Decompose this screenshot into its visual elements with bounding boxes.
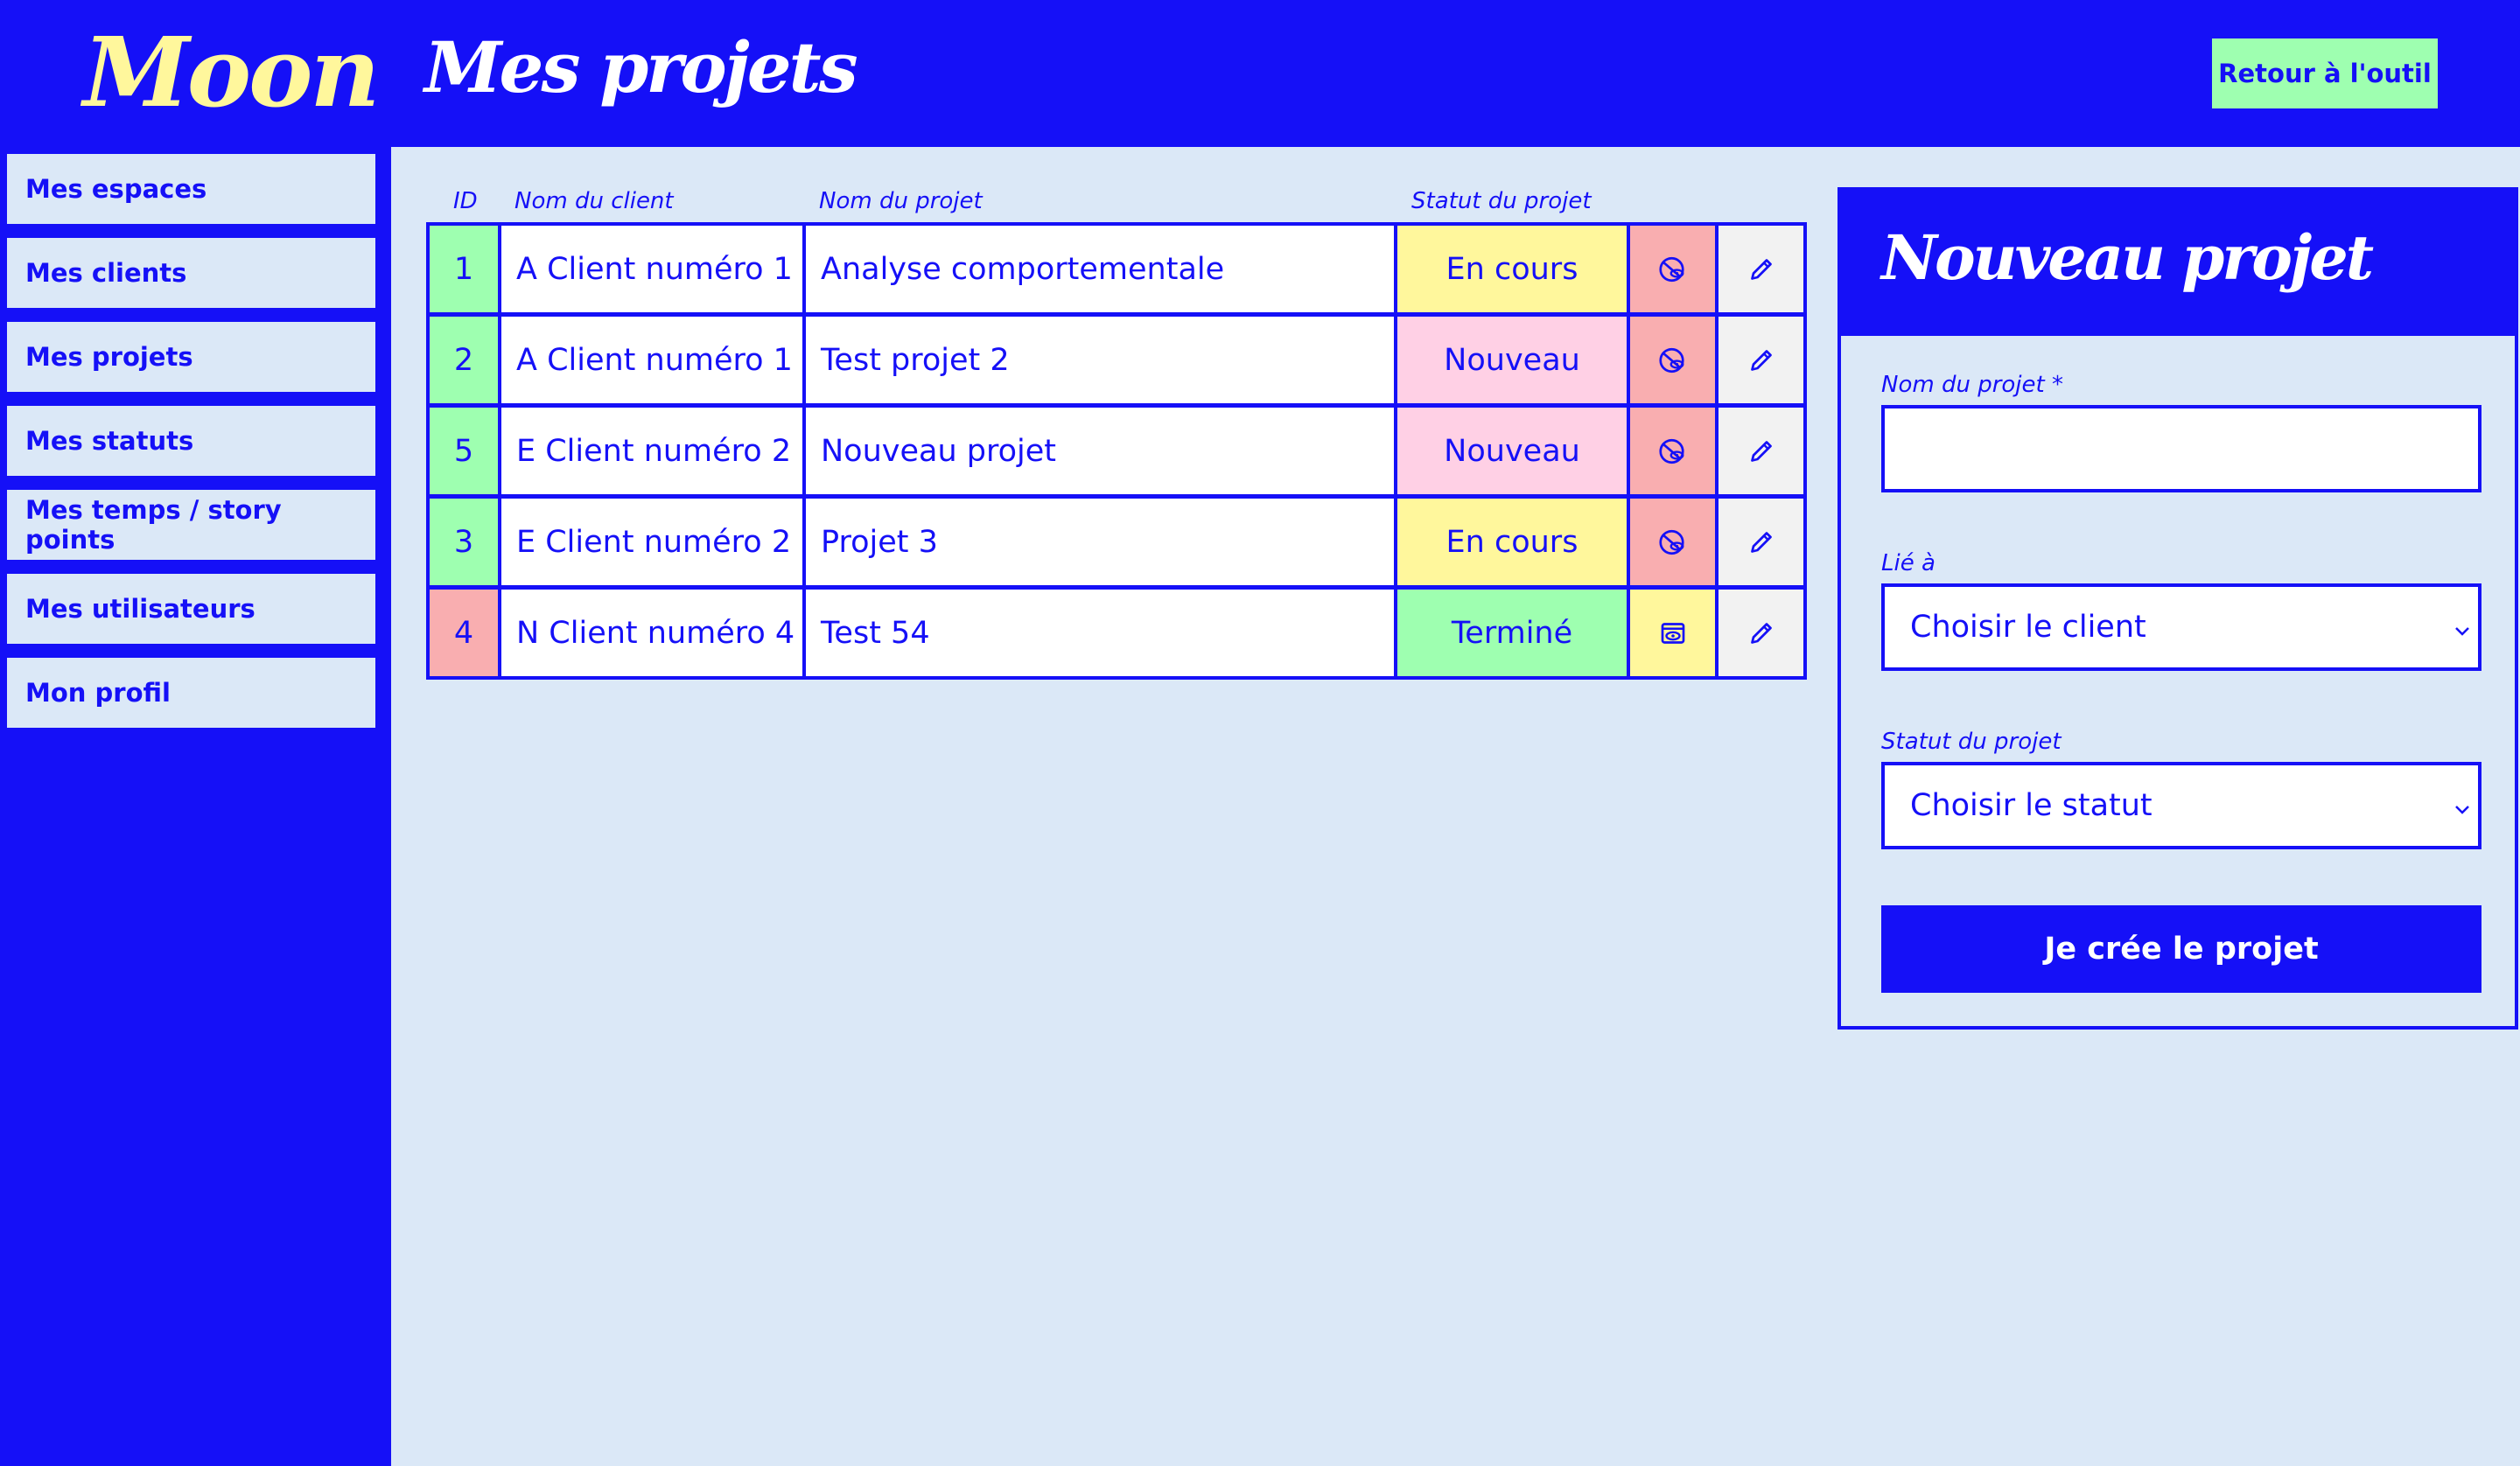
pencil-icon	[1746, 345, 1777, 376]
top-bar: Moon Mes projets Retour à l'outil	[0, 0, 2520, 147]
sidebar-item-statuts[interactable]: Mes statuts	[7, 406, 375, 476]
project-name-cell: Analyse comportementale	[806, 226, 1394, 312]
visibility-toggle-button[interactable]	[1630, 499, 1715, 585]
create-project-button[interactable]: Je crée le projet	[1881, 905, 2482, 993]
status-select-label: Statut du projet	[1881, 729, 2062, 755]
client-name-cell: E Client numéro 2	[501, 499, 802, 585]
edit-button[interactable]	[1718, 317, 1803, 403]
project-id-cell: 4	[430, 590, 498, 676]
sidebar-item-projets[interactable]: Mes projets	[7, 322, 375, 392]
eye-hidden-icon	[1657, 436, 1689, 467]
status-select-value: Choisir le statut	[1910, 788, 2152, 823]
project-name-cell: Nouveau projet	[806, 408, 1394, 494]
edit-button[interactable]	[1718, 590, 1803, 676]
visibility-toggle-button[interactable]	[1630, 408, 1715, 494]
client-name-cell: A Client numéro 1	[501, 226, 802, 312]
status-select[interactable]: Choisir le statut	[1881, 762, 2482, 849]
pencil-icon	[1746, 254, 1777, 285]
project-name-label: Nom du projet *	[1881, 372, 2063, 398]
pencil-icon	[1746, 618, 1777, 649]
sidebar: Mes espaces Mes clients Mes projets Mes …	[0, 147, 391, 1466]
sidebar-item-temps[interactable]: Mes temps / story points	[7, 490, 375, 560]
client-name-cell: A Client numéro 1	[501, 317, 802, 403]
chevron-down-icon	[2455, 627, 2469, 636]
client-name-cell: N Client numéro 4	[501, 590, 802, 676]
panel-header: Nouveau projet	[1841, 191, 2515, 336]
project-name-cell: Test 54	[806, 590, 1394, 676]
project-id-cell: 3	[430, 499, 498, 585]
status-badge: En cours	[1397, 226, 1627, 312]
eye-hidden-icon	[1657, 527, 1689, 558]
column-header-client: Nom du client	[514, 188, 674, 214]
eye-hidden-icon	[1657, 254, 1689, 285]
app-logo: Moon	[83, 16, 380, 129]
project-id-cell: 5	[430, 408, 498, 494]
status-badge: En cours	[1397, 499, 1627, 585]
sidebar-item-clients[interactable]: Mes clients	[7, 238, 375, 308]
client-select-value: Choisir le client	[1910, 610, 2146, 645]
status-badge: Nouveau	[1397, 408, 1627, 494]
column-header-status: Statut du projet	[1411, 188, 1592, 214]
client-select[interactable]: Choisir le client	[1881, 583, 2482, 671]
client-name-cell: E Client numéro 2	[501, 408, 802, 494]
visibility-toggle-button[interactable]	[1630, 317, 1715, 403]
project-name-cell: Projet 3	[806, 499, 1394, 585]
project-id-cell: 1	[430, 226, 498, 312]
chevron-down-icon	[2455, 806, 2469, 814]
edit-button[interactable]	[1718, 226, 1803, 312]
eye-visible-icon	[1657, 618, 1689, 649]
project-id-cell: 2	[430, 317, 498, 403]
status-badge: Nouveau	[1397, 317, 1627, 403]
back-to-tool-button[interactable]: Retour à l'outil	[2212, 38, 2438, 108]
sidebar-item-espaces[interactable]: Mes espaces	[7, 154, 375, 224]
client-select-label: Lié à	[1881, 550, 1936, 576]
column-header-project: Nom du projet	[819, 188, 983, 214]
project-name-input[interactable]	[1881, 405, 2482, 492]
sidebar-item-utilisateurs[interactable]: Mes utilisateurs	[7, 574, 375, 644]
new-project-panel: Nouveau projet Nom du projet * Lié à Cho…	[1838, 187, 2518, 1030]
visibility-toggle-button[interactable]	[1630, 590, 1715, 676]
pencil-icon	[1746, 436, 1777, 467]
eye-hidden-icon	[1657, 345, 1689, 376]
column-header-id: ID	[453, 188, 478, 214]
edit-button[interactable]	[1718, 499, 1803, 585]
status-badge: Terminé	[1397, 590, 1627, 676]
visibility-toggle-button[interactable]	[1630, 226, 1715, 312]
edit-button[interactable]	[1718, 408, 1803, 494]
pencil-icon	[1746, 527, 1777, 558]
projects-table: 1A Client numéro 1 Analyse comportemental…	[426, 222, 1807, 680]
page-title: Mes projets	[424, 26, 858, 108]
project-name-cell: Test projet 2	[806, 317, 1394, 403]
panel-title: Nouveau projet	[1881, 221, 2374, 294]
sidebar-item-profil[interactable]: Mon profil	[7, 658, 375, 728]
